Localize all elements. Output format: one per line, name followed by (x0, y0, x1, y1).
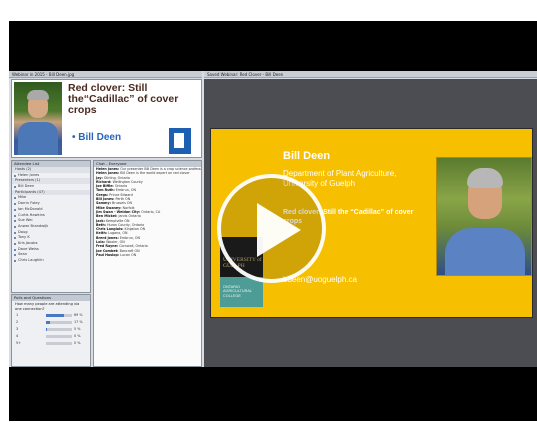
user-icon (14, 174, 16, 177)
poll-option: 4 0 % (12, 333, 90, 340)
poll-pane: Polls and Questions How many people are … (11, 294, 91, 367)
poll-bar (46, 342, 72, 345)
chat-text: Lucan ON (120, 252, 137, 257)
poll-percent: 5 % (74, 327, 81, 331)
poll-question: How many people are attending via one co… (15, 302, 80, 311)
attendee-label: Sue Wei (18, 218, 33, 223)
play-icon[interactable] (257, 203, 301, 257)
chat-text: Kingston ON (124, 227, 146, 232)
user-icon (14, 237, 16, 240)
user-icon (14, 248, 16, 251)
left-window-title: Webinar in 2015 - Bill Deen.jpg (9, 71, 202, 78)
poll-percent: 69 % (74, 313, 83, 317)
attendee-label: Bill Deen (18, 184, 35, 189)
attendee-label: Chris Laughlin (18, 258, 44, 262)
attendee-label: Presenters (1) (15, 178, 41, 183)
user-icon (14, 260, 16, 262)
attendee-label: Dave Weiss (18, 246, 39, 251)
poll-bar (46, 335, 72, 338)
poll-bar-fill (46, 314, 64, 317)
attendee-label: Ian McDonald (18, 206, 43, 211)
poll-option: 3 5 % (12, 326, 90, 333)
poll-options: 1 69 % 2 17 % 3 5 % 4 0 % 5+ 0 % (12, 312, 90, 347)
attendee-label: Mike (18, 195, 27, 200)
presenter-slide-name: • Bill Deen (72, 132, 122, 143)
attendee-label: Tony K (18, 235, 30, 240)
poll-bar (46, 321, 72, 324)
chat-pane: Chat - Everyone Helen Jones: Our present… (93, 160, 202, 367)
attendee-label: Kris Jacobs (18, 240, 38, 245)
presenter-video-panel: Red clover: Still the“Cadillac” of cover… (11, 79, 202, 158)
poll-bar-fill (46, 328, 48, 331)
poll-percent: 17 % (74, 320, 83, 324)
user-icon (14, 214, 16, 217)
poll-option-label: 1 (16, 313, 19, 317)
user-icon (14, 220, 16, 223)
user-icon (14, 203, 16, 206)
speaker-photo (436, 157, 532, 276)
speaker-hair (467, 168, 503, 188)
poll-option-label: 4 (16, 334, 19, 338)
poll-option-label: 3 (16, 327, 19, 331)
attendee-label: Hosts (2) (15, 167, 32, 171)
poll-option-label: 2 (16, 320, 19, 324)
user-icon (14, 231, 16, 234)
presenter-photo (14, 82, 62, 155)
attendee-label: Sean (18, 252, 27, 257)
poll-option: 1 69 % (12, 312, 90, 319)
presenter-slide-title: Red clover: Still the“Cadillac” of cover… (68, 82, 179, 116)
poll-percent: 0 % (74, 334, 81, 338)
chat-text: Bill Deen is the world expert on red clo… (120, 171, 190, 176)
attendee-label: Doug (18, 229, 28, 234)
poll-option-label: 5+ (16, 341, 21, 345)
attendee-label: Darrin Foley (18, 201, 40, 206)
user-icon (14, 186, 16, 189)
user-icon (14, 254, 16, 257)
blue-logo-icon (169, 128, 191, 154)
presenter-hair (27, 90, 49, 100)
user-icon (14, 225, 16, 228)
chat-text: Ontario, CA (141, 209, 161, 214)
attendee-item[interactable]: Chris Laughlin (12, 258, 90, 264)
chat-message: Paul Haslop: Lucan ON (94, 253, 201, 257)
user-icon (14, 208, 16, 211)
poll-bar-fill (46, 321, 51, 324)
poll-option: 2 17 % (12, 319, 90, 326)
play-button[interactable] (217, 174, 326, 283)
presenter-shirt (18, 122, 58, 155)
poll-percent: 0 % (74, 341, 81, 345)
poll-option: 5+ 0 % (12, 340, 90, 347)
speaker-shirt (445, 228, 525, 275)
video-frame: Webinar in 2015 - Bill Deen.jpg Saved We… (9, 21, 537, 421)
oac-logo-text: ONTARIO AGRICULTURAL COLLEGE (223, 285, 252, 298)
attendee-label: Curtis Hawkins (18, 212, 45, 217)
chat-messages: Helen Jones: Our presenter Bill Deen is … (94, 167, 201, 257)
poll-bar (46, 314, 72, 317)
attendee-label: Anwar Brandwijk (18, 223, 49, 228)
attendee-label: Helen Jones (18, 172, 40, 177)
chat-author: Paul Haslop: (96, 252, 120, 257)
slide-speaker-name: Bill Deen (283, 150, 331, 162)
attendee-list-pane: Attendee List Hosts (2) Helen Jones Presen… (11, 160, 91, 293)
poll-bar (46, 328, 72, 331)
right-window-title: Saved Webinar: Red Clover - Bill Deen (204, 71, 537, 78)
oac-logo: ONTARIO AGRICULTURAL COLLEGE (220, 277, 263, 307)
user-icon (14, 197, 16, 200)
attendee-label: Participants (47) (15, 189, 45, 194)
attendee-rows: Hosts (2) Helen Jones Presenters (1) Bill D… (12, 167, 90, 264)
user-icon (14, 242, 16, 245)
